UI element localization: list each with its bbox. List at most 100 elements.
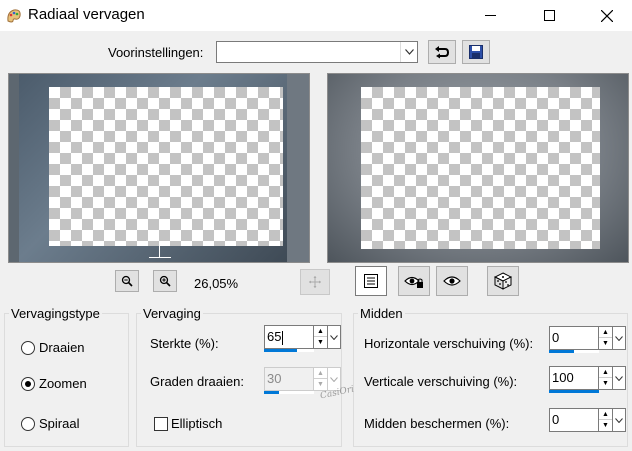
preview-edge xyxy=(287,74,309,262)
v-offset-spinner[interactable]: 100 ▲ ▼ xyxy=(549,366,627,396)
radio-button[interactable] xyxy=(21,376,35,391)
strength-slider[interactable] xyxy=(264,349,314,352)
chevron-down-icon[interactable] xyxy=(613,366,626,390)
center-title: Midden xyxy=(358,306,405,321)
presets-label: Voorinstellingen: xyxy=(108,45,204,60)
rotate-value: 30 xyxy=(267,371,282,386)
h-offset-slider-fill xyxy=(549,350,574,353)
h-offset-spinner[interactable]: 0 ▲ ▼ xyxy=(549,326,627,356)
up-arrow-icon: ▲ xyxy=(314,368,327,379)
down-arrow-icon[interactable]: ▼ xyxy=(314,337,327,348)
blur-title: Vervaging xyxy=(141,306,203,321)
radio-label: Zoomen xyxy=(39,376,87,391)
radial-blur-dialog: Radiaal vervagen Voorinstellingen: 26,05… xyxy=(0,0,632,451)
preview-marker xyxy=(149,257,171,258)
chevron-down-icon xyxy=(400,42,417,62)
radio-button[interactable] xyxy=(21,340,35,355)
v-offset-slider[interactable] xyxy=(549,390,599,393)
proof-button[interactable] xyxy=(398,266,430,296)
move-icon xyxy=(309,276,321,288)
chevron-down-icon[interactable] xyxy=(328,325,341,349)
title-bar: Radiaal vervagen xyxy=(0,0,632,31)
radio-label: Spiraal xyxy=(39,416,80,431)
blur-type-title: Vervagingstype xyxy=(9,306,102,321)
close-button[interactable] xyxy=(584,0,630,31)
presets-dropdown[interactable] xyxy=(216,41,418,63)
up-arrow-icon[interactable]: ▲ xyxy=(314,326,327,337)
strength-input[interactable]: 65 xyxy=(264,325,314,349)
up-arrow-icon[interactable]: ▲ xyxy=(599,327,612,338)
h-offset-label: Horizontale verschuiving (%): xyxy=(364,336,534,351)
strength-label: Sterkte (%): xyxy=(150,336,219,351)
v-offset-label: Verticale verschuiving (%): xyxy=(364,374,518,389)
chevron-down-icon[interactable] xyxy=(613,326,626,350)
radio-button[interactable] xyxy=(21,416,35,431)
v-offset-stepper[interactable]: ▲ ▼ xyxy=(599,366,613,390)
elliptic-label: Elliptisch xyxy=(171,416,223,431)
blur-type-group: Vervagingstype Draaien Zoomen Spiraal xyxy=(4,306,129,447)
zoom-out-icon xyxy=(121,275,133,287)
radio-rotate[interactable]: Draaien xyxy=(21,340,85,355)
palette-icon xyxy=(5,7,23,25)
proof-lock-icon xyxy=(404,276,423,288)
h-offset-stepper[interactable]: ▲ ▼ xyxy=(599,326,613,350)
strength-value: 65 xyxy=(267,329,282,344)
down-arrow-icon[interactable]: ▼ xyxy=(599,338,612,349)
radio-zoom[interactable]: Zoomen xyxy=(21,376,87,391)
v-offset-slider-fill xyxy=(549,390,599,393)
window-title: Radiaal vervagen xyxy=(28,6,145,23)
chevron-down-icon[interactable] xyxy=(613,408,626,432)
h-offset-slider[interactable] xyxy=(549,350,599,353)
zoom-out-button[interactable] xyxy=(115,270,139,292)
rotate-slider xyxy=(264,391,314,394)
protect-value: 0 xyxy=(552,412,560,427)
rotate-input: 30 xyxy=(264,367,314,391)
reset-preset-button[interactable] xyxy=(428,40,456,64)
eye-icon xyxy=(443,276,461,286)
protect-stepper[interactable]: ▲ ▼ xyxy=(599,408,613,432)
h-offset-input[interactable]: 0 xyxy=(549,326,599,350)
v-offset-input[interactable]: 100 xyxy=(549,366,599,390)
radio-label: Draaien xyxy=(39,340,85,355)
minimize-button[interactable] xyxy=(467,0,513,31)
protect-spinner[interactable]: 0 ▲ ▼ xyxy=(549,408,627,438)
rotate-label: Graden draaien: xyxy=(150,374,244,389)
zoom-level: 26,05% xyxy=(194,276,239,291)
toggle-preview-button[interactable] xyxy=(355,266,387,296)
blur-group: Vervaging Sterkte (%): 65 ▲ ▼ Graden draa… xyxy=(136,306,342,447)
transparency-checkerboard xyxy=(49,87,283,246)
up-arrow-icon[interactable]: ▲ xyxy=(599,367,612,378)
transparency-checkerboard xyxy=(361,87,600,249)
rotate-stepper: ▲ ▼ xyxy=(314,367,328,391)
down-arrow-icon[interactable]: ▼ xyxy=(599,420,612,431)
close-icon xyxy=(601,9,613,22)
pan-button[interactable] xyxy=(300,269,330,295)
strength-slider-fill xyxy=(264,349,297,352)
strength-stepper[interactable]: ▲ ▼ xyxy=(314,325,328,349)
view-list-icon xyxy=(364,274,378,288)
zoom-in-button[interactable] xyxy=(153,270,177,292)
undo-icon xyxy=(435,46,450,59)
randomize-button[interactable] xyxy=(487,266,519,296)
checkbox-box[interactable] xyxy=(154,416,168,431)
preview-edge xyxy=(9,74,19,262)
protect-label: Midden beschermen (%): xyxy=(364,416,510,431)
up-arrow-icon[interactable]: ▲ xyxy=(599,409,612,420)
down-arrow-icon: ▼ xyxy=(317,381,324,388)
source-preview[interactable] xyxy=(8,73,310,263)
v-offset-value: 100 xyxy=(552,370,574,385)
strength-spinner[interactable]: 65 ▲ ▼ xyxy=(264,325,342,355)
maximize-button[interactable] xyxy=(526,0,572,31)
dice-icon xyxy=(494,272,512,290)
elliptic-checkbox[interactable]: Elliptisch xyxy=(154,416,222,431)
minimize-icon xyxy=(484,15,496,16)
result-preview xyxy=(327,73,629,263)
down-arrow-icon[interactable]: ▼ xyxy=(599,378,612,389)
h-offset-value: 0 xyxy=(552,330,560,345)
radio-spiral[interactable]: Spiraal xyxy=(21,416,79,431)
save-icon xyxy=(469,45,483,59)
save-preset-button[interactable] xyxy=(462,40,490,64)
center-group: Midden Horizontale verschuiving (%): 0 ▲… xyxy=(353,306,628,447)
protect-input[interactable]: 0 xyxy=(549,408,599,432)
auto-proof-button[interactable] xyxy=(436,266,468,296)
